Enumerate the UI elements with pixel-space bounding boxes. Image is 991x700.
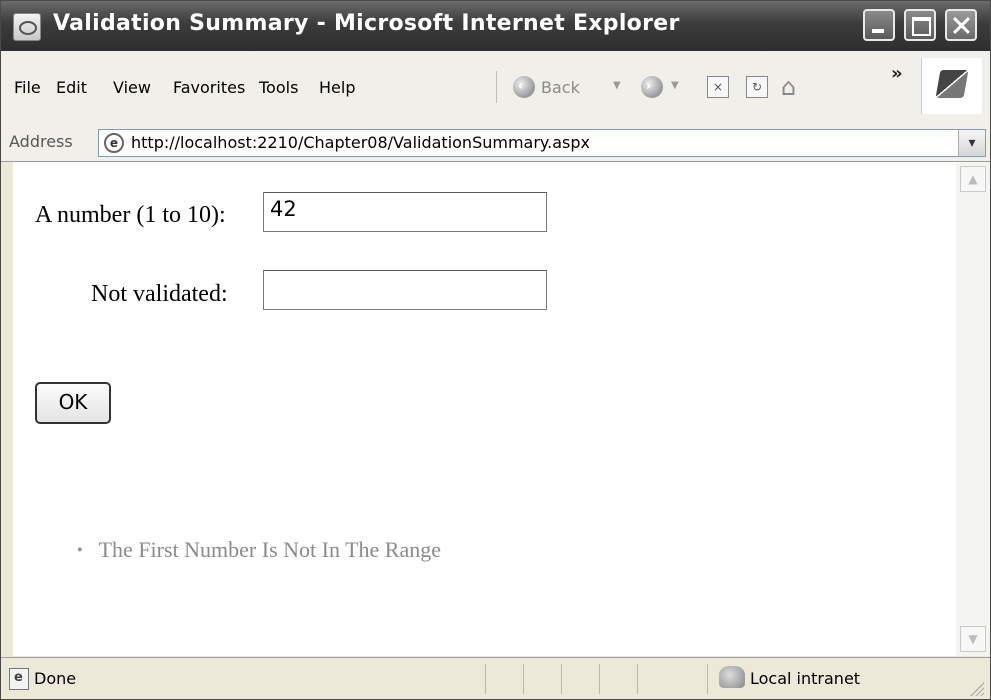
not-validated-input[interactable] [263, 270, 547, 310]
address-input[interactable]: e http://localhost:2210/Chapter08/Valida… [98, 129, 986, 157]
menu-tools[interactable]: Tools [259, 78, 298, 97]
maximize-button[interactable] [904, 9, 936, 41]
home-icon[interactable]: ⌂ [781, 73, 796, 101]
menu-file[interactable]: File [14, 78, 41, 97]
status-divider [599, 664, 600, 694]
validation-summary-item: The First Number Is Not In The Range [98, 537, 441, 562]
status-divider [485, 664, 486, 694]
status-bar: Done Local intranet [1, 657, 990, 699]
menu-toolbar-row: File Edit View Favorites Tools Help ‹ Ba… [1, 51, 990, 126]
local-intranet-icon [719, 666, 745, 688]
menu-favorites[interactable]: Favorites [173, 78, 245, 97]
scroll-up-icon[interactable]: ▲ [960, 166, 986, 192]
page-content: A number (1 to 10): 42 Not validated: OK… [13, 162, 956, 656]
vertical-scrollbar[interactable]: ▲ ▼ [956, 162, 990, 656]
page-icon: e [104, 133, 124, 153]
menu-view[interactable]: View [113, 78, 151, 97]
bullet-icon: • [77, 542, 83, 559]
status-divider [637, 664, 638, 694]
address-bar: Address e http://localhost:2210/Chapter0… [1, 125, 990, 162]
ie-window-icon [13, 13, 41, 41]
forward-arrow-icon[interactable]: › [641, 76, 663, 98]
scroll-down-icon[interactable]: ▼ [960, 626, 986, 652]
window-title: Validation Summary - Microsoft Internet … [53, 11, 680, 36]
windows-flag-icon [935, 70, 969, 98]
close-button[interactable] [945, 9, 977, 41]
status-text: Done [34, 669, 77, 688]
not-validated-label: Not validated: [91, 281, 228, 307]
refresh-icon[interactable]: ↻ [746, 76, 768, 98]
ok-button[interactable]: OK [35, 382, 111, 424]
stop-icon[interactable]: × [707, 76, 729, 98]
address-label: Address [9, 132, 73, 151]
validation-summary: • The First Number Is Not In The Range [77, 537, 441, 563]
browser-window: Validation Summary - Microsoft Internet … [0, 0, 991, 700]
menu-edit[interactable]: Edit [56, 78, 87, 97]
back-dropdown-icon[interactable]: ▼ [613, 80, 621, 91]
number-label: A number (1 to 10): [35, 202, 226, 228]
back-arrow-icon[interactable]: ‹ [513, 76, 535, 98]
status-divider [523, 664, 524, 694]
number-input[interactable]: 42 [263, 192, 547, 232]
resize-grip-icon[interactable] [970, 682, 984, 696]
security-zone: Local intranet [750, 669, 861, 688]
status-divider [707, 664, 708, 694]
back-button-label[interactable]: Back [541, 78, 580, 97]
toolbar-more-chevron-icon[interactable]: » [891, 63, 903, 84]
page-done-icon [9, 668, 29, 690]
title-bar: Validation Summary - Microsoft Internet … [1, 1, 990, 51]
windows-logo [921, 58, 982, 114]
status-divider [561, 664, 562, 694]
address-url[interactable]: http://localhost:2210/Chapter08/Validati… [131, 133, 590, 152]
address-dropdown-icon[interactable]: ▾ [958, 130, 985, 156]
toolbar-separator [496, 71, 497, 103]
minimize-button[interactable] [863, 9, 895, 41]
forward-dropdown-icon[interactable]: ▼ [671, 80, 679, 91]
menu-help[interactable]: Help [319, 78, 355, 97]
